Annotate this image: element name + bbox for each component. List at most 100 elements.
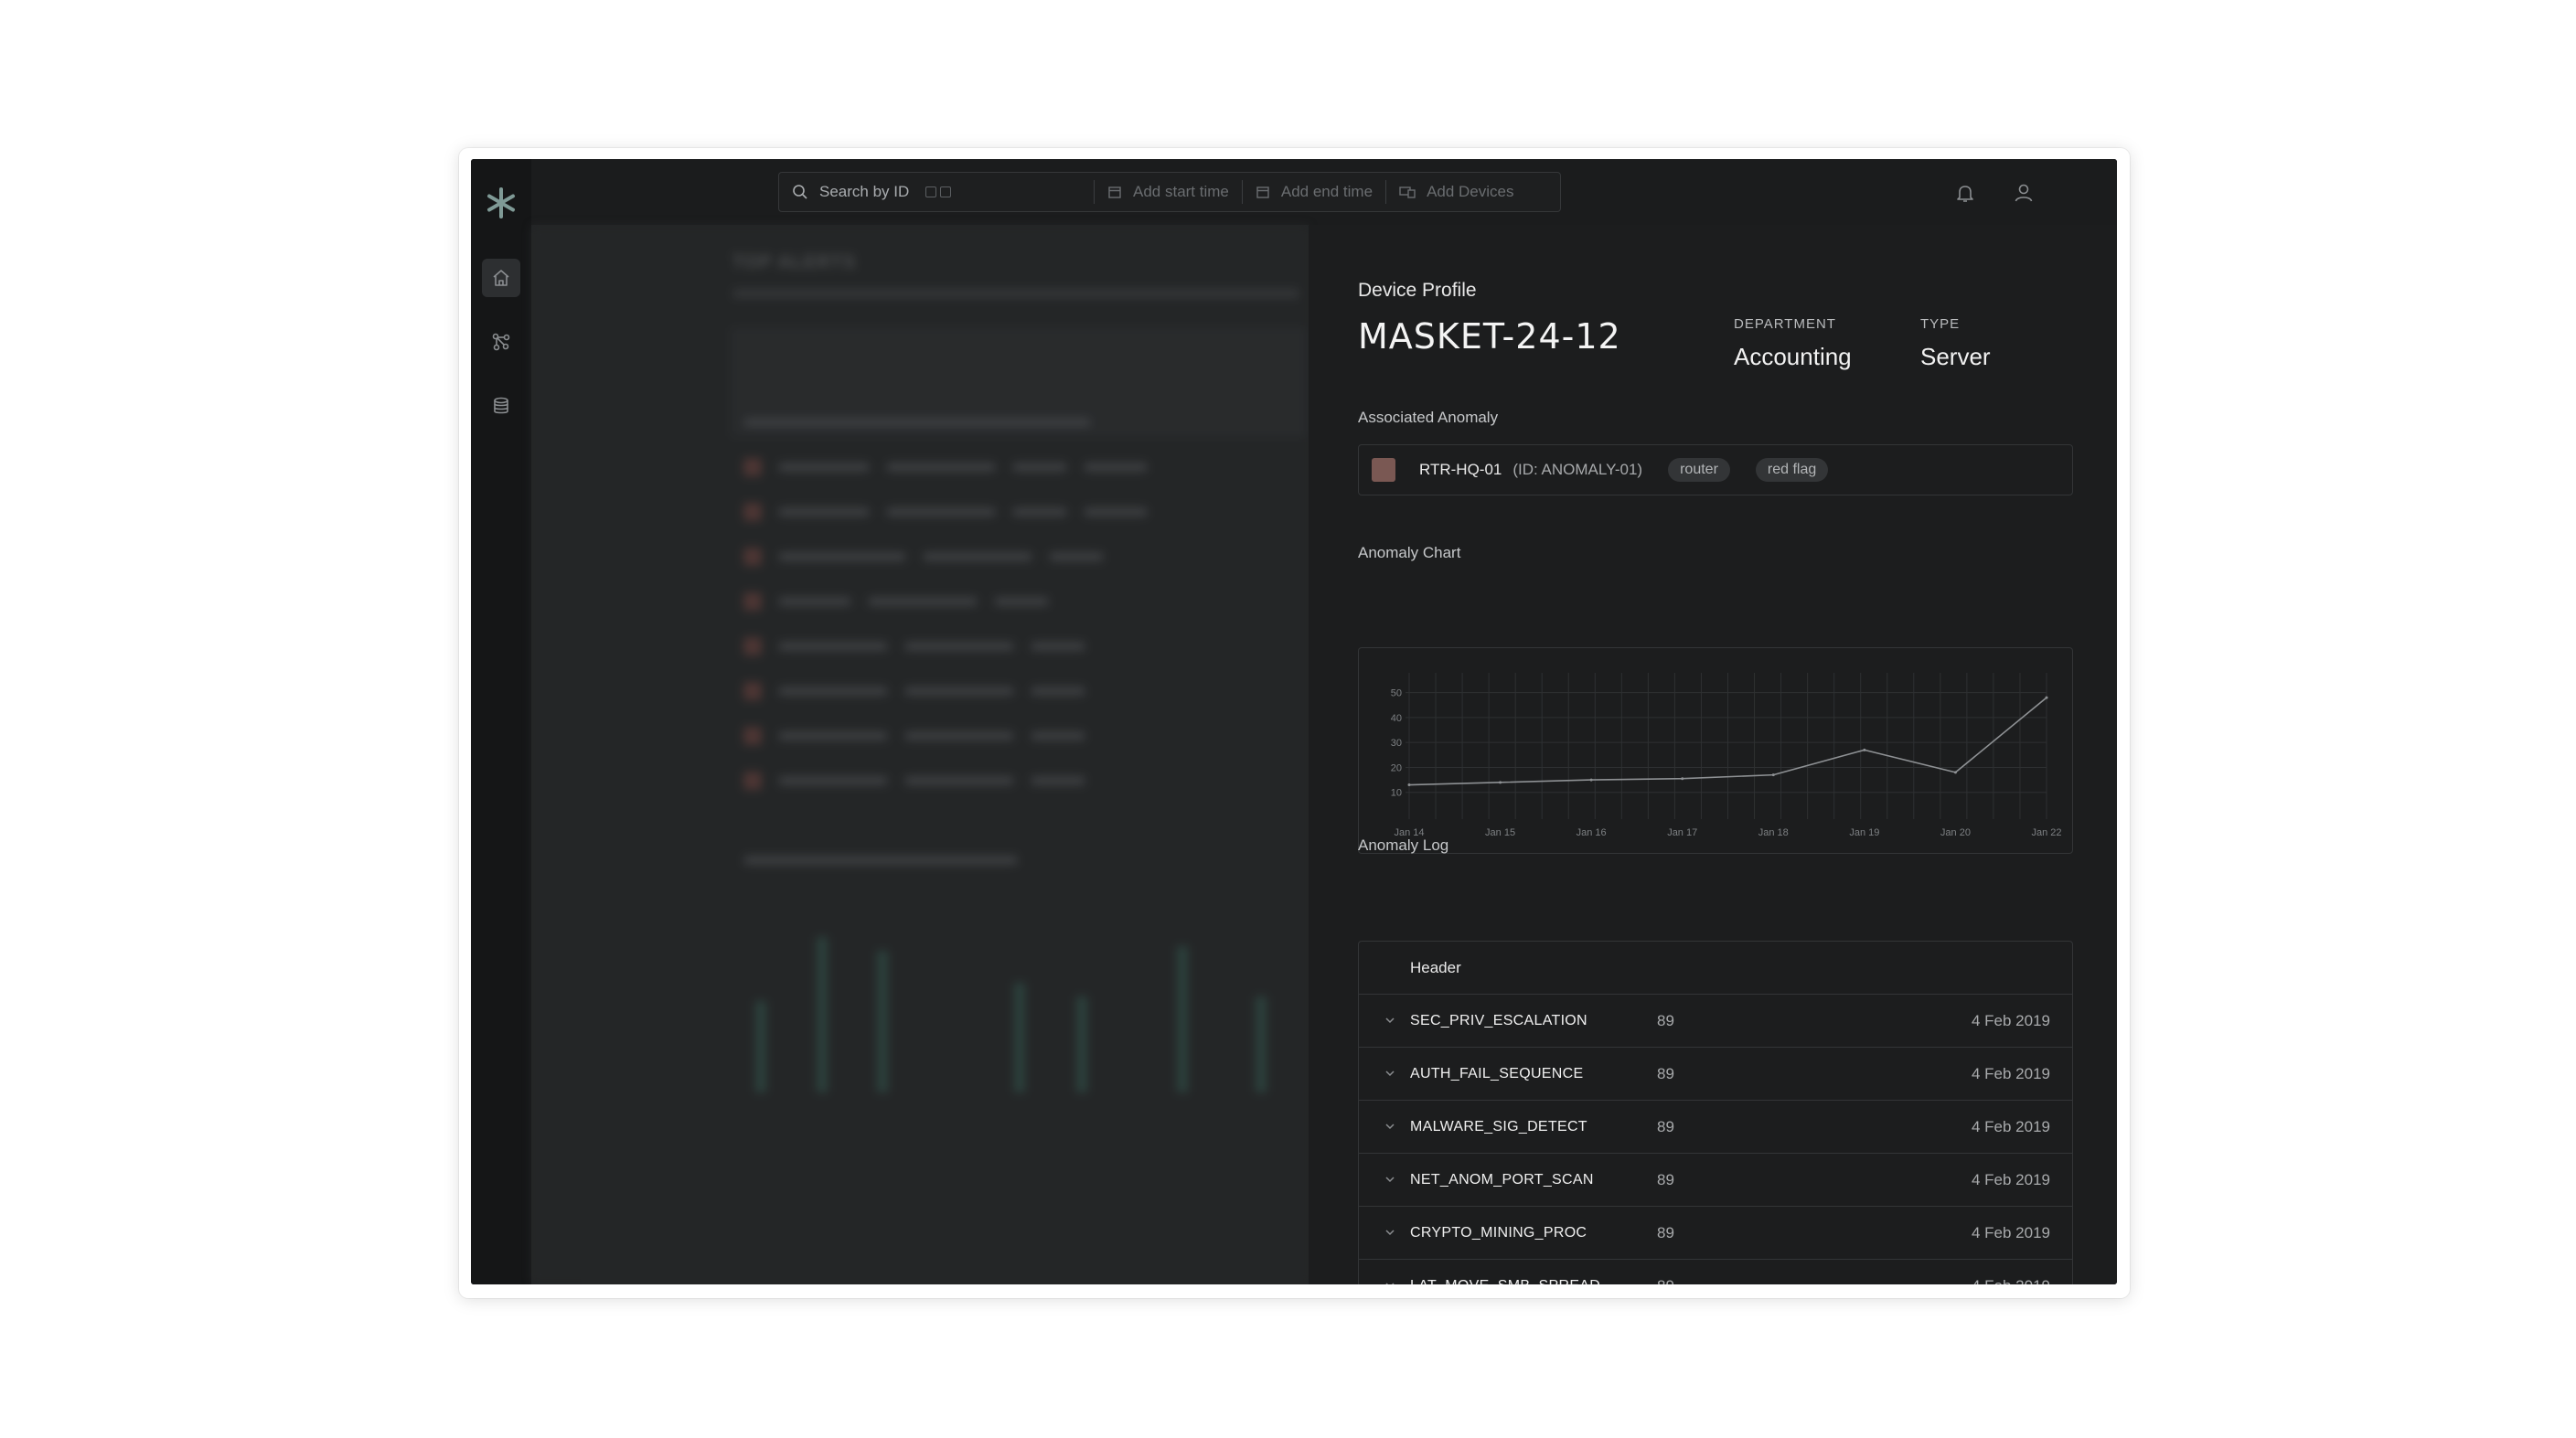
background-filter-row: [743, 412, 1091, 432]
background-bar: [1177, 946, 1188, 1092]
chart-x-tick-label: Jan 17: [1667, 827, 1697, 838]
background-chart-label: [743, 850, 1018, 870]
background-row: [743, 457, 1148, 477]
log-score: 89: [1657, 1223, 1674, 1241]
calendar-icon: [1256, 186, 1269, 198]
chart-y-tick-label: 40: [1391, 713, 1402, 724]
background-row: [743, 771, 1085, 791]
devices-field[interactable]: Add Devices: [1386, 173, 1526, 211]
log-score: 89: [1657, 1011, 1674, 1029]
log-code: CRYPTO_MINING_PROC: [1410, 1224, 1587, 1241]
chart-x-tick-label: Jan 18: [1758, 827, 1789, 838]
tag-red-flag[interactable]: red flag: [1755, 458, 1829, 482]
search-input[interactable]: Search by ID: [779, 173, 1094, 211]
chart-point: [1771, 773, 1775, 777]
background-row: [743, 591, 1049, 612]
chart-x-tick-label: Jan 16: [1577, 827, 1607, 838]
log-row[interactable]: MALWARE_SIG_DETECT 89 4 Feb 2019: [1359, 1101, 2072, 1154]
notifications-button[interactable]: [1951, 179, 1979, 207]
user-icon: [2015, 184, 2033, 202]
department-meta: DEPARTMENT Accounting: [1734, 316, 1852, 371]
log-date: 4 Feb 2019: [1972, 1277, 2050, 1285]
anomaly-color-swatch: [1372, 458, 1395, 482]
anomaly-log-table: Header SEC_PRIV_ESCALATION 89 4 Feb 2019 AU…: [1358, 941, 2073, 1284]
chevron-down-icon[interactable]: [1383, 1225, 1397, 1240]
background-row: [743, 636, 1085, 656]
chevron-down-icon[interactable]: [1383, 1172, 1397, 1187]
chart-point: [1589, 778, 1593, 782]
asterisk-logo-icon[interactable]: [483, 185, 519, 221]
background-bar: [1076, 996, 1087, 1092]
associated-anomaly-label: Associated Anomaly: [1358, 409, 1499, 426]
log-code: NET_ANOM_PORT_SCAN: [1410, 1171, 1594, 1188]
log-date: 4 Feb 2019: [1971, 1011, 2050, 1029]
end-time-label: Add end time: [1280, 183, 1374, 200]
chevron-down-icon[interactable]: [1383, 1013, 1397, 1028]
anomaly-log-label: Anomaly Log: [1358, 836, 1449, 854]
chart-x-tick-label: Jan 19: [1849, 827, 1879, 838]
anomaly-chart: 10 20 30 40 50 Jan 14 Jan 15 Jan 16 Jan 17 Jan 18…: [1358, 647, 2073, 854]
type-label: TYPE: [1920, 316, 1961, 332]
chart-point: [1953, 771, 1957, 774]
shortcut-hint-icon: [925, 186, 952, 197]
log-row[interactable]: LAT_MOVE_SMB_SPREAD 89 4 Feb 2019: [1359, 1260, 2072, 1284]
graph-nodes-icon: [492, 333, 510, 351]
anomaly-chart-svg: 1020304050Jan 14 Jan 15 Jan 16 Jan 17 Jan 18…: [1391, 673, 2062, 838]
log-date: 4 Feb 2019: [1971, 1223, 2050, 1241]
chart-point: [2045, 696, 2048, 699]
background-bar: [755, 1001, 766, 1092]
log-date: 4 Feb 2019: [1971, 1170, 2050, 1188]
log-row[interactable]: CRYPTO_MINING_PROC 89 4 Feb 2019: [1359, 1207, 2072, 1260]
chart-y-tick-label: 50: [1391, 688, 1402, 699]
log-date: 4 Feb 2019: [1971, 1064, 2050, 1082]
background-dashboard: TOP ALERTS: [531, 225, 1309, 1284]
device-name: MASKET-24-12: [1358, 316, 1621, 357]
chevron-down-icon[interactable]: [1383, 1119, 1397, 1134]
associated-anomaly-card[interactable]: RTR-HQ-01 (ID: ANOMALY-01) router red fl…: [1358, 444, 2073, 495]
chevron-down-icon[interactable]: [1383, 1066, 1397, 1081]
log-code: AUTH_FAIL_SEQUENCE: [1410, 1065, 1584, 1081]
background-bar: [877, 951, 888, 1092]
start-time-field[interactable]: Add start time: [1095, 173, 1242, 211]
tag-router[interactable]: router: [1668, 458, 1730, 482]
chart-point: [1863, 748, 1866, 751]
chart-y-tick-label: 30: [1391, 738, 1402, 749]
chart-y-tick-label: 20: [1391, 762, 1402, 773]
log-score: 89: [1657, 1277, 1674, 1285]
chevron-down-icon[interactable]: [1383, 1278, 1397, 1284]
log-code: SEC_PRIV_ESCALATION: [1410, 1012, 1587, 1028]
end-time-field[interactable]: Add end time: [1243, 173, 1385, 211]
start-time-label: Add start time: [1133, 183, 1229, 200]
anomaly-name: RTR-HQ-01: [1419, 461, 1502, 478]
devices-icon: [1399, 186, 1416, 198]
top-bar: Search by ID Add start time Add end time…: [531, 159, 2117, 225]
left-rail: [471, 159, 531, 1284]
chart-x-tick-label: Jan 22: [2031, 827, 2061, 838]
nav-database[interactable]: [482, 387, 520, 425]
log-row[interactable]: NET_ANOM_PORT_SCAN 89 4 Feb 2019: [1359, 1154, 2072, 1207]
anomaly-id: (ID: ANOMALY-01): [1512, 461, 1643, 478]
log-code: LAT_MOVE_SMB_SPREAD: [1410, 1278, 1600, 1285]
user-menu-button[interactable]: [2010, 179, 2037, 207]
log-date: 4 Feb 2019: [1971, 1117, 2050, 1135]
nav-home[interactable]: [482, 259, 520, 297]
department-label: DEPARTMENT: [1734, 316, 1836, 332]
background-bar: [817, 937, 828, 1092]
background-row: [743, 726, 1085, 746]
devices-label: Add Devices: [1427, 183, 1514, 200]
background-row: [743, 502, 1148, 522]
calendar-icon: [1108, 186, 1121, 198]
chart-y-tick-label: 10: [1391, 788, 1402, 799]
log-score: 89: [1657, 1170, 1674, 1188]
search-filter-bar: Search by ID Add start time Add end time…: [778, 172, 1561, 212]
chart-point: [1499, 781, 1502, 784]
device-profile-panel: Device Profile MASKET-24-12 DEPARTMENT A…: [1309, 225, 2117, 1284]
log-row[interactable]: SEC_PRIV_ESCALATION 89 4 Feb 2019: [1359, 995, 2072, 1048]
panel-kicker: Device Profile: [1358, 280, 1477, 301]
log-row[interactable]: AUTH_FAIL_SEQUENCE 89 4 Feb 2019: [1359, 1048, 2072, 1101]
anomaly-chart-label: Anomaly Chart: [1358, 544, 1461, 561]
database-icon: [494, 397, 508, 414]
type-value: Server: [1920, 343, 1991, 370]
search-placeholder: Search by ID: [819, 183, 910, 200]
nav-graph[interactable]: [482, 323, 520, 361]
